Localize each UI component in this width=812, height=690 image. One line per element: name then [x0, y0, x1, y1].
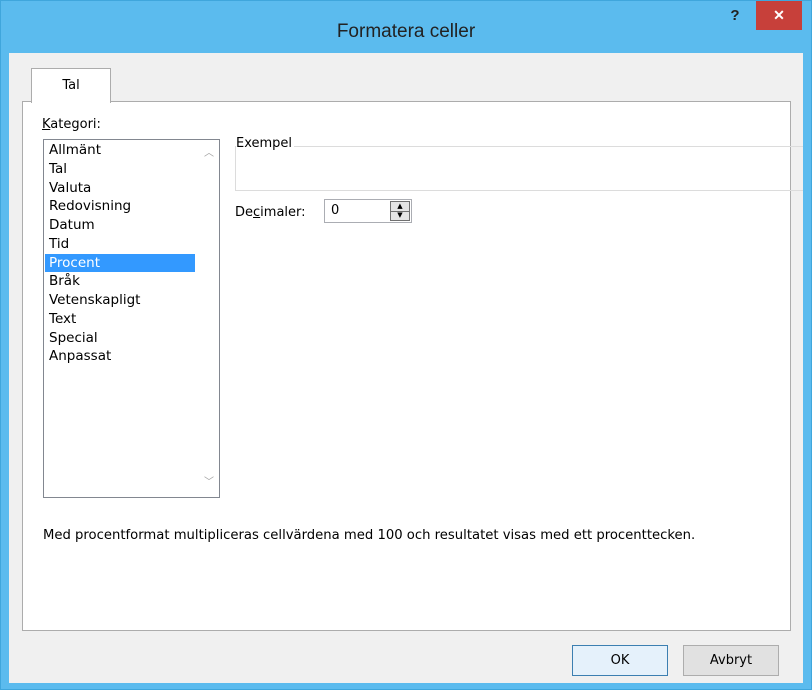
category-item-redovisning[interactable]: Redovisning — [45, 197, 195, 216]
dialog-title: Formatera celler — [336, 21, 476, 42]
category-listbox[interactable]: Allmänt Tal Valuta Redovisning Datum Tid Proce… — [43, 139, 220, 498]
spin-buttons: ▲ ▼ — [390, 201, 410, 221]
example-legend: Exempel — [236, 136, 295, 151]
close-icon: ✕ — [773, 7, 785, 23]
decimals-value[interactable]: 0 — [331, 203, 339, 218]
category-item-valuta[interactable]: Valuta — [45, 179, 195, 198]
category-list: Allmänt Tal Valuta Redovisning Datum Tid Proce… — [45, 141, 195, 366]
category-item-tal[interactable]: Tal — [45, 160, 195, 179]
category-item-allmänt[interactable]: Allmänt — [45, 141, 195, 160]
category-item-vetenskapligt[interactable]: Vetenskapligt — [45, 291, 195, 310]
category-item-anpassat[interactable]: Anpassat — [45, 347, 195, 366]
title-bar[interactable]: Formatera celler ? ✕ — [1, 1, 811, 53]
help-button[interactable]: ? — [723, 5, 747, 27]
decimals-label: Decimaler: — [235, 205, 306, 220]
category-item-tid[interactable]: Tid — [45, 235, 195, 254]
close-button[interactable]: ✕ — [756, 1, 802, 30]
example-group: Exempel — [235, 136, 803, 191]
category-item-procent[interactable]: Procent — [45, 253, 195, 273]
category-item-special[interactable]: Special — [45, 329, 195, 348]
category-item-text[interactable]: Text — [45, 310, 195, 329]
decimals-spinner[interactable]: 0 ▲ ▼ — [324, 199, 412, 223]
category-item-bråk[interactable]: Bråk — [45, 272, 195, 291]
triangle-down-icon[interactable]: ▼ — [391, 211, 409, 220]
ok-button[interactable]: OK — [572, 645, 668, 676]
listbox-scrollbar[interactable]: ︿ ﹀ — [200, 141, 218, 496]
category-description: Med procentformat multipliceras cellvärd… — [43, 528, 696, 543]
tab-tal[interactable]: Tal — [31, 68, 111, 103]
category-item-datum[interactable]: Datum — [45, 216, 195, 235]
cancel-button[interactable]: Avbryt — [683, 645, 779, 676]
category-label: Kategori: — [42, 117, 101, 132]
dialog-window: Formatera celler ? ✕ Tal Kategori: Allmä… — [0, 0, 812, 690]
chevron-down-icon[interactable]: ﹀ — [200, 474, 218, 492]
chevron-up-icon[interactable]: ︿ — [200, 145, 218, 163]
dialog-body: Tal Kategori: Allmänt Tal Valuta Redovisnin… — [9, 53, 803, 683]
